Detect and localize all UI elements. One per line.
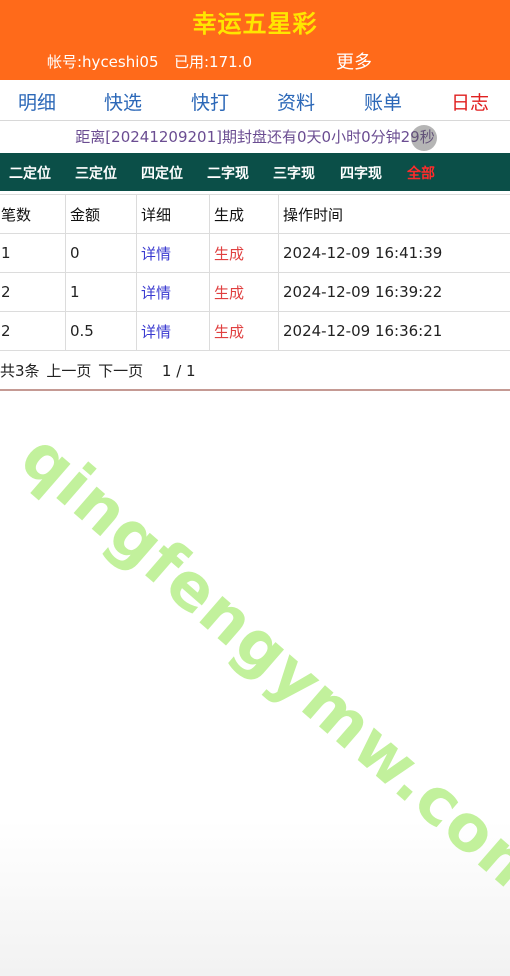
generate-link[interactable]: 生成	[209, 311, 279, 351]
detail-link[interactable]: 详情	[136, 311, 210, 351]
main-nav: 明细 快选 快打 资料 账单 日志	[0, 80, 510, 121]
pagination: 共3条 上一页 下一页 1 / 1	[0, 360, 198, 381]
used-amount: 已用:171.0	[174, 53, 252, 71]
row-count: 1	[0, 233, 66, 273]
row-time: 2024-12-09 16:41:39	[278, 233, 510, 273]
col-amount-header: 金额	[65, 194, 137, 234]
row-time: 2024-12-09 16:39:22	[278, 272, 510, 312]
col-generate-header: 生成	[209, 194, 279, 234]
divider	[0, 389, 510, 391]
account-label: 帐号:hyceshi05	[47, 53, 159, 71]
nav-item-quick-select[interactable]: 快选	[104, 88, 142, 115]
app-title: 幸运五星彩	[192, 10, 318, 38]
row-amount: 1	[65, 272, 137, 312]
nav-item-details[interactable]: 明细	[18, 88, 56, 115]
tab-four-position[interactable]: 四定位	[141, 163, 183, 183]
generate-link[interactable]: 生成	[209, 233, 279, 273]
watermark: qingfengymw.com	[6, 420, 510, 918]
countdown-text: 距离[20241209201]期封盘还有0天0小时0分钟29秒	[75, 128, 435, 146]
records-table: 笔数 金额 详细 生成 操作时间 1 0 详情 生成 2024-12-09 16…	[0, 194, 510, 351]
page-indicator: 1 / 1	[161, 362, 196, 380]
detail-link[interactable]: 详情	[136, 272, 210, 312]
tab-all[interactable]: 全部	[407, 163, 435, 183]
tab-three-digit-show[interactable]: 三字现	[273, 163, 315, 183]
nav-item-profile[interactable]: 资料	[277, 88, 315, 115]
app-header: 幸运五星彩 帐号:hyceshi05 已用:171.0 更多	[0, 0, 510, 80]
touch-cursor	[411, 125, 437, 151]
tab-three-position[interactable]: 三定位	[75, 163, 117, 183]
generate-link[interactable]: 生成	[209, 272, 279, 312]
table-row: 2 0.5 详情 生成 2024-12-09 16:36:21	[0, 311, 510, 351]
row-amount: 0	[65, 233, 137, 273]
tab-four-digit-show[interactable]: 四字现	[340, 163, 382, 183]
col-count-header: 笔数	[0, 194, 66, 234]
col-time-header: 操作时间	[278, 194, 510, 234]
nav-item-quick-play[interactable]: 快打	[191, 88, 229, 115]
row-amount: 0.5	[65, 311, 137, 351]
category-tabbar: 二定位 三定位 四定位 二字现 三字现 四字现 全部	[0, 153, 510, 191]
row-count: 2	[0, 272, 66, 312]
row-count: 2	[0, 311, 66, 351]
tab-two-position[interactable]: 二定位	[9, 163, 51, 183]
col-detail-header: 详细	[136, 194, 210, 234]
more-link[interactable]: 更多	[336, 48, 372, 74]
nav-item-log[interactable]: 日志	[451, 88, 489, 115]
countdown-banner: 距离[20241209201]期封盘还有0天0小时0分钟29秒	[0, 121, 510, 153]
nav-item-bills[interactable]: 账单	[364, 88, 402, 115]
table-row: 1 0 详情 生成 2024-12-09 16:41:39	[0, 233, 510, 273]
prev-page-link[interactable]: 上一页	[46, 362, 91, 380]
next-page-link[interactable]: 下一页	[98, 362, 143, 380]
detail-link[interactable]: 详情	[136, 233, 210, 273]
row-time: 2024-12-09 16:36:21	[278, 311, 510, 351]
tab-two-digit-show[interactable]: 二字现	[207, 163, 249, 183]
table-header-row: 笔数 金额 详细 生成 操作时间	[0, 194, 510, 234]
table-row: 2 1 详情 生成 2024-12-09 16:39:22	[0, 272, 510, 312]
total-count: 共3条	[0, 362, 40, 380]
